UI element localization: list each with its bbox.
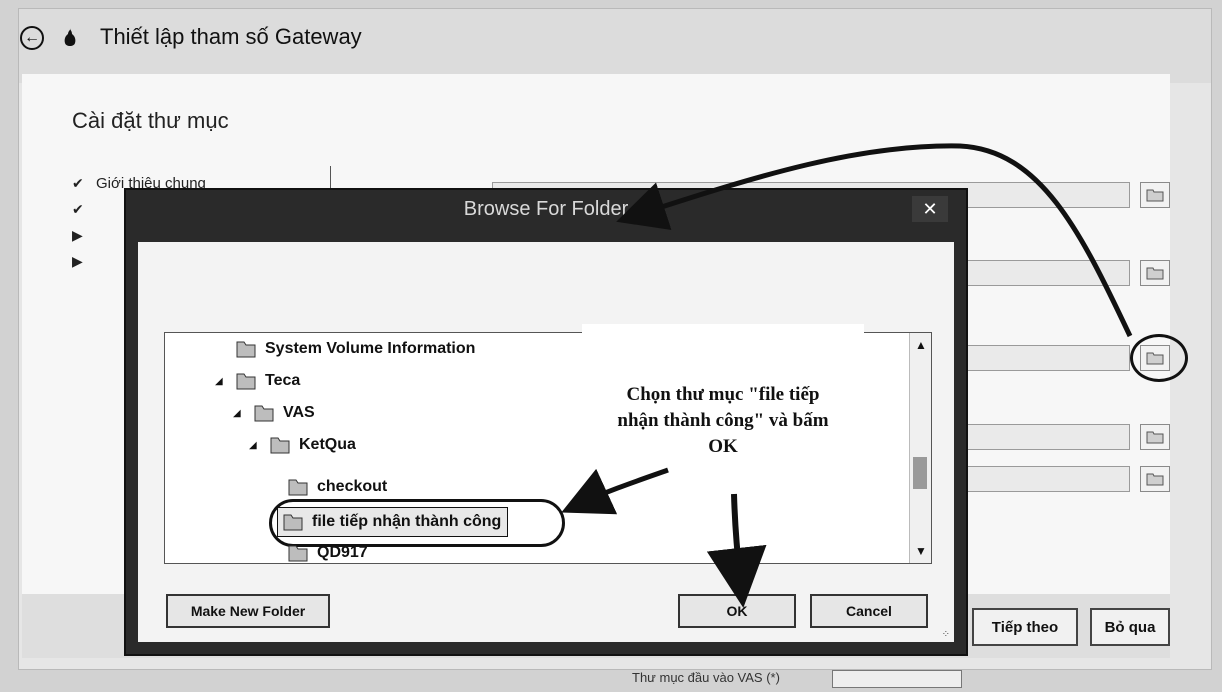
dialog-title: Browse For Folder <box>463 198 629 220</box>
tree-item[interactable]: checkout <box>267 473 387 501</box>
folder-icon <box>270 437 290 454</box>
highlight-circle <box>1130 334 1188 382</box>
tree-item-label: checkout <box>317 478 388 495</box>
scroll-down-icon[interactable]: ▼ <box>910 541 931 561</box>
folder-icon <box>1146 473 1164 486</box>
tree-item[interactable]: QD917 <box>267 539 368 563</box>
tree-item[interactable]: ◢ VAS <box>233 399 315 427</box>
folder-icon <box>288 479 308 496</box>
expander-icon[interactable]: ◢ <box>233 408 249 419</box>
tree-item[interactable]: System Volume Information <box>215 335 475 363</box>
scroll-thumb[interactable] <box>913 457 927 489</box>
tree-item-label: QD917 <box>317 544 368 561</box>
next-button[interactable]: Tiếp theo <box>972 608 1078 646</box>
section-title: Cài đặt thư mục <box>72 108 229 133</box>
browse-folder-button[interactable] <box>1140 260 1170 286</box>
browse-folder-button[interactable] <box>1140 182 1170 208</box>
folder-icon <box>288 545 308 562</box>
folder-icon <box>236 341 256 358</box>
annotation-line: OK <box>708 436 738 457</box>
input-folder-label: Thư mục đầu vào VAS (*) <box>632 670 780 685</box>
back-arrow-icon[interactable]: ← <box>20 26 44 50</box>
browse-folder-button[interactable] <box>1140 424 1170 450</box>
folder-icon <box>1146 189 1164 202</box>
ok-button[interactable]: OK <box>678 594 796 628</box>
close-icon[interactable]: ✕ <box>912 196 948 222</box>
tree-item-label: System Volume Information <box>265 340 476 357</box>
folder-icon <box>1146 267 1164 280</box>
expander-icon[interactable]: ◢ <box>215 376 231 387</box>
tree-scrollbar[interactable]: ▲ ▼ <box>909 333 931 563</box>
tree-item-label: Teca <box>265 372 301 389</box>
annotation-line: Chọn thư mục "file tiếp <box>626 384 820 405</box>
folder-icon <box>1146 431 1164 444</box>
folder-icon <box>254 405 274 422</box>
input-folder-field[interactable] <box>832 670 962 688</box>
scroll-up-icon[interactable]: ▲ <box>910 335 931 355</box>
triangle-right-icon: ▶ <box>72 252 83 269</box>
check-icon: ✔ <box>72 200 84 217</box>
tree-item[interactable]: ◢ KetQua <box>249 431 356 459</box>
skip-button[interactable]: Bỏ qua <box>1090 608 1170 646</box>
annotation-line: nhận thành công" và bấm <box>617 410 829 431</box>
folder-icon <box>236 373 256 390</box>
triangle-right-icon: ▶ <box>72 226 83 243</box>
resize-grip-icon[interactable]: ⁘ <box>942 629 950 640</box>
wizard-title: Thiết lập tham số Gateway <box>100 24 362 49</box>
browse-folder-button[interactable] <box>1140 466 1170 492</box>
expander-icon[interactable]: ◢ <box>249 440 265 451</box>
tree-item-label: VAS <box>283 404 315 421</box>
cancel-button[interactable]: Cancel <box>810 594 928 628</box>
make-new-folder-button[interactable]: Make New Folder <box>166 594 330 628</box>
check-icon: ✔ <box>72 174 84 191</box>
pear-app-icon <box>64 28 76 46</box>
annotation-text: Chọn thư mục "file tiếp nhận thành công"… <box>582 382 864 460</box>
tree-item[interactable]: ◢ Teca <box>215 367 300 395</box>
tree-item-label: KetQua <box>299 436 356 453</box>
